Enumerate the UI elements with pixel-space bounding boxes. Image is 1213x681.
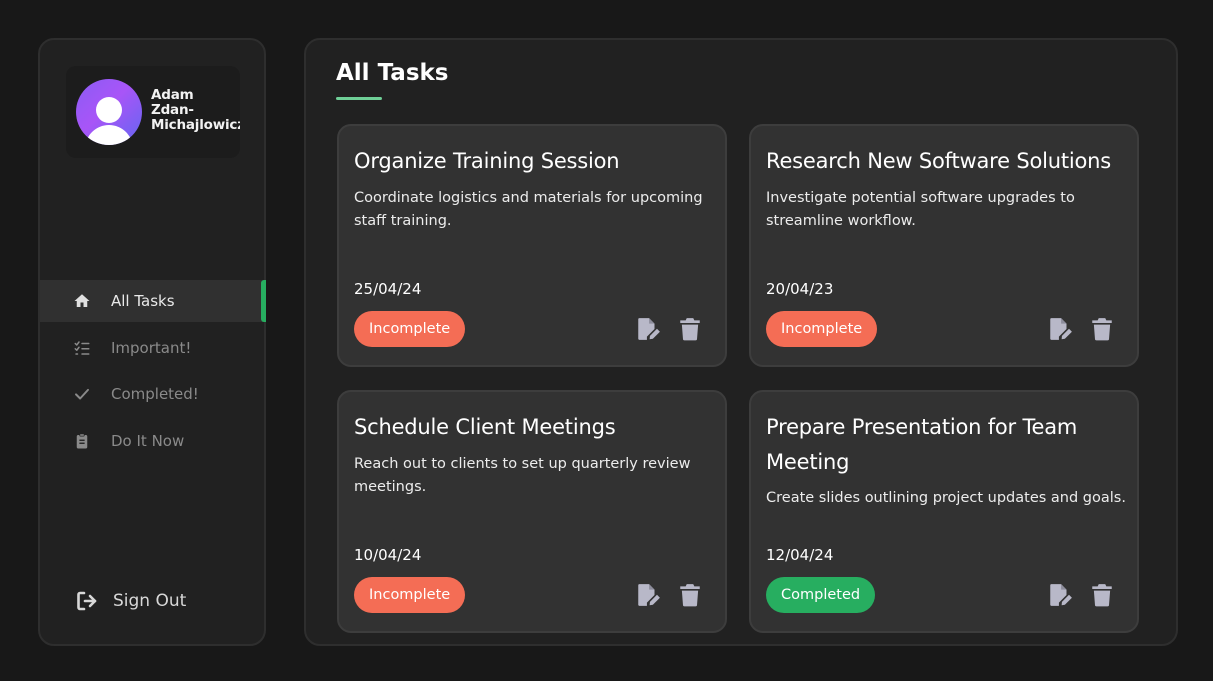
avatar-head [96, 97, 122, 123]
profile-name-line: Michajlowicz [151, 117, 240, 133]
sidebar-item-label: Do It Now [111, 431, 185, 450]
edit-icon[interactable] [1047, 316, 1073, 342]
task-card: Schedule Client Meetings Reach out to cl… [337, 390, 727, 633]
delete-icon[interactable] [677, 582, 703, 608]
sidebar-item-do-it-now[interactable]: Do It Now [40, 420, 266, 462]
page-title: All Tasks [336, 60, 449, 86]
profile-name-line: Adam [151, 87, 194, 103]
delete-icon[interactable] [1089, 582, 1115, 608]
profile-name: Adam Zdan- Michajlowicz [151, 88, 240, 133]
task-title: Prepare Presentation for Team Meeting [766, 415, 1078, 474]
sign-out-icon [74, 588, 100, 614]
edit-icon[interactable] [635, 582, 661, 608]
task-date: 10/04/24 [354, 546, 422, 564]
task-date: 12/04/24 [766, 546, 834, 564]
avatar-body [85, 125, 133, 145]
task-title: Schedule Client Meetings [354, 415, 616, 439]
home-icon [71, 290, 93, 312]
task-title: Organize Training Session [354, 149, 620, 173]
sidebar-item-label: Completed! [111, 385, 199, 403]
task-actions [1047, 316, 1115, 342]
task-description: Create slides outlining project updates … [766, 490, 1126, 506]
status-button[interactable]: Incomplete [354, 311, 466, 347]
task-card: Research New Software Solutions Investig… [749, 124, 1139, 367]
title-underline [336, 97, 382, 100]
edit-icon[interactable] [1047, 582, 1073, 608]
status-button[interactable]: Incomplete [354, 577, 466, 613]
delete-icon[interactable] [1089, 316, 1115, 342]
status-button[interactable]: Incomplete [766, 311, 878, 347]
sidebar-item-label: All Tasks [111, 292, 175, 310]
sidebar-nav: All Tasks Important! Completed! Do It No… [40, 280, 266, 466]
task-card: Organize Training Session Coordinate log… [337, 124, 727, 367]
task-card: Prepare Presentation for Team Meeting Cr… [749, 390, 1139, 633]
task-actions [1047, 582, 1115, 608]
app: Adam Zdan- Michajlowicz All Tasks Import… [0, 0, 1213, 681]
task-actions [635, 316, 703, 342]
task-date: 25/04/24 [354, 280, 422, 298]
task-description: Reach out to clients to set up quarterly… [354, 456, 691, 495]
task-description: Investigate potential software upgrades … [766, 190, 1075, 229]
sidebar-item-all-tasks[interactable]: All Tasks [40, 280, 266, 322]
task-actions [635, 582, 703, 608]
avatar [76, 79, 142, 145]
edit-icon[interactable] [635, 316, 661, 342]
sign-out-button[interactable]: Sign Out [74, 588, 186, 614]
list-check-icon [71, 337, 93, 359]
sidebar-item-completed[interactable]: Completed! [40, 373, 266, 415]
clipboard-icon [71, 430, 93, 452]
profile-name-line: Zdan- [151, 102, 194, 118]
task-description: Coordinate logistics and materials for u… [354, 190, 703, 229]
main-panel: All Tasks Organize Training Session Coor… [304, 38, 1178, 646]
profile-card[interactable]: Adam Zdan- Michajlowicz [66, 66, 240, 158]
sidebar: Adam Zdan- Michajlowicz All Tasks Import… [38, 38, 266, 646]
delete-icon[interactable] [677, 316, 703, 342]
sidebar-item-label: Important! [111, 338, 192, 357]
task-date: 20/04/23 [766, 280, 834, 298]
checkmark-icon [71, 383, 93, 405]
sign-out-label: Sign Out [113, 591, 187, 611]
status-button[interactable]: Completed [766, 577, 876, 613]
sidebar-item-important[interactable]: Important! [40, 327, 266, 369]
task-title: Research New Software Solutions [766, 149, 1112, 173]
